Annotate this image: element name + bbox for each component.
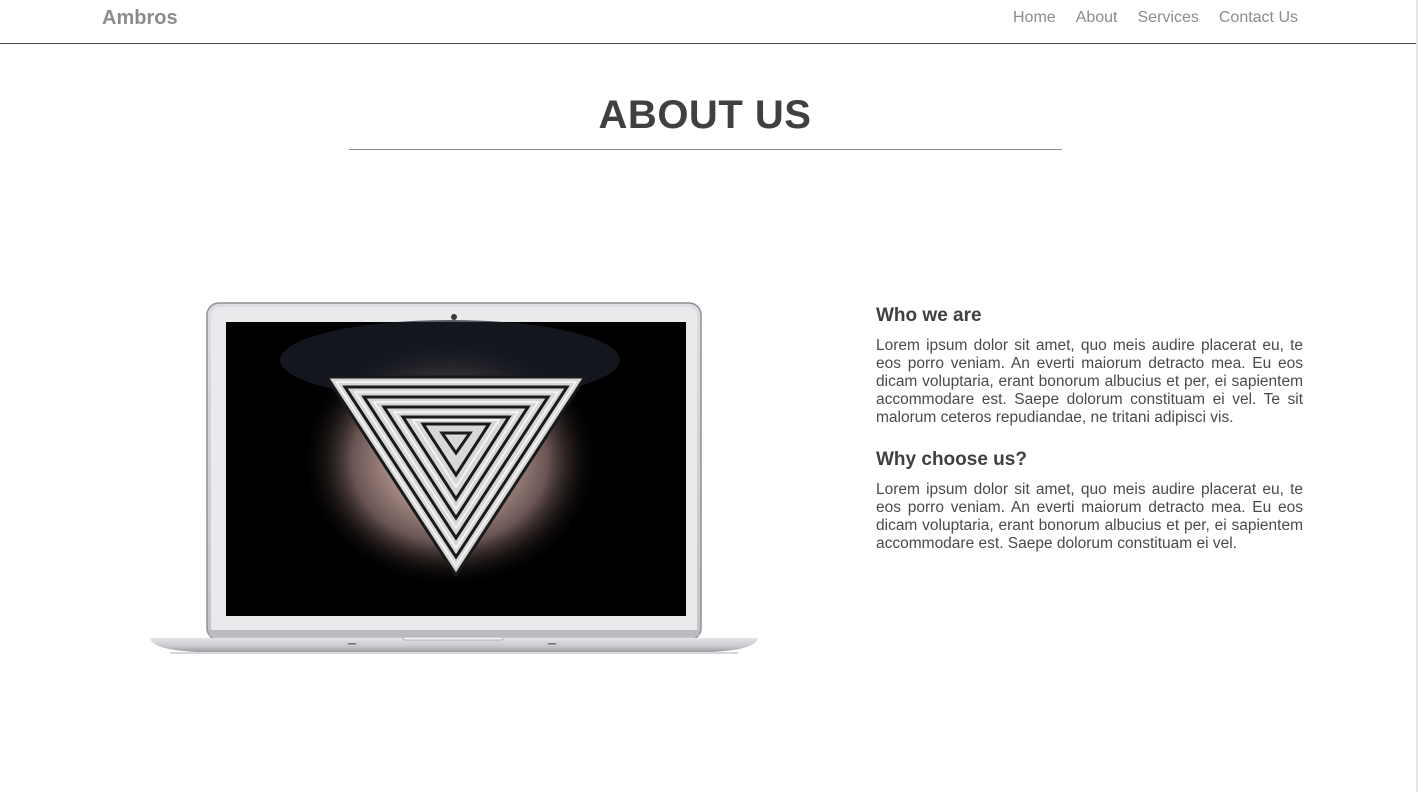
why-choose-us-heading: Why choose us? xyxy=(876,449,1027,470)
laptop-image xyxy=(150,300,760,660)
nav-link-about[interactable]: About xyxy=(1076,9,1118,27)
who-we-are-text: Lorem ipsum dolor sit amet, quo meis aud… xyxy=(876,337,1303,426)
title-divider xyxy=(349,149,1062,150)
about-text-column: Who we are Lorem ipsum dolor sit amet, q… xyxy=(876,305,1303,575)
nav-link-services[interactable]: Services xyxy=(1138,9,1199,27)
navbar: Ambros Home About Services Contact Us xyxy=(0,0,1418,44)
page-title: ABOUT US xyxy=(598,93,812,137)
why-choose-us-text: Lorem ipsum dolor sit amet, quo meis aud… xyxy=(876,481,1303,552)
nav-link-contact[interactable]: Contact Us xyxy=(1219,9,1298,27)
nav-link-home[interactable]: Home xyxy=(1013,9,1056,27)
brand-logo-link[interactable]: Ambros xyxy=(102,7,178,29)
nav-links: Home About Services Contact Us xyxy=(1013,9,1298,27)
who-we-are-heading: Who we are xyxy=(876,305,982,326)
laptop-with-triangle-logo-icon xyxy=(150,302,758,654)
